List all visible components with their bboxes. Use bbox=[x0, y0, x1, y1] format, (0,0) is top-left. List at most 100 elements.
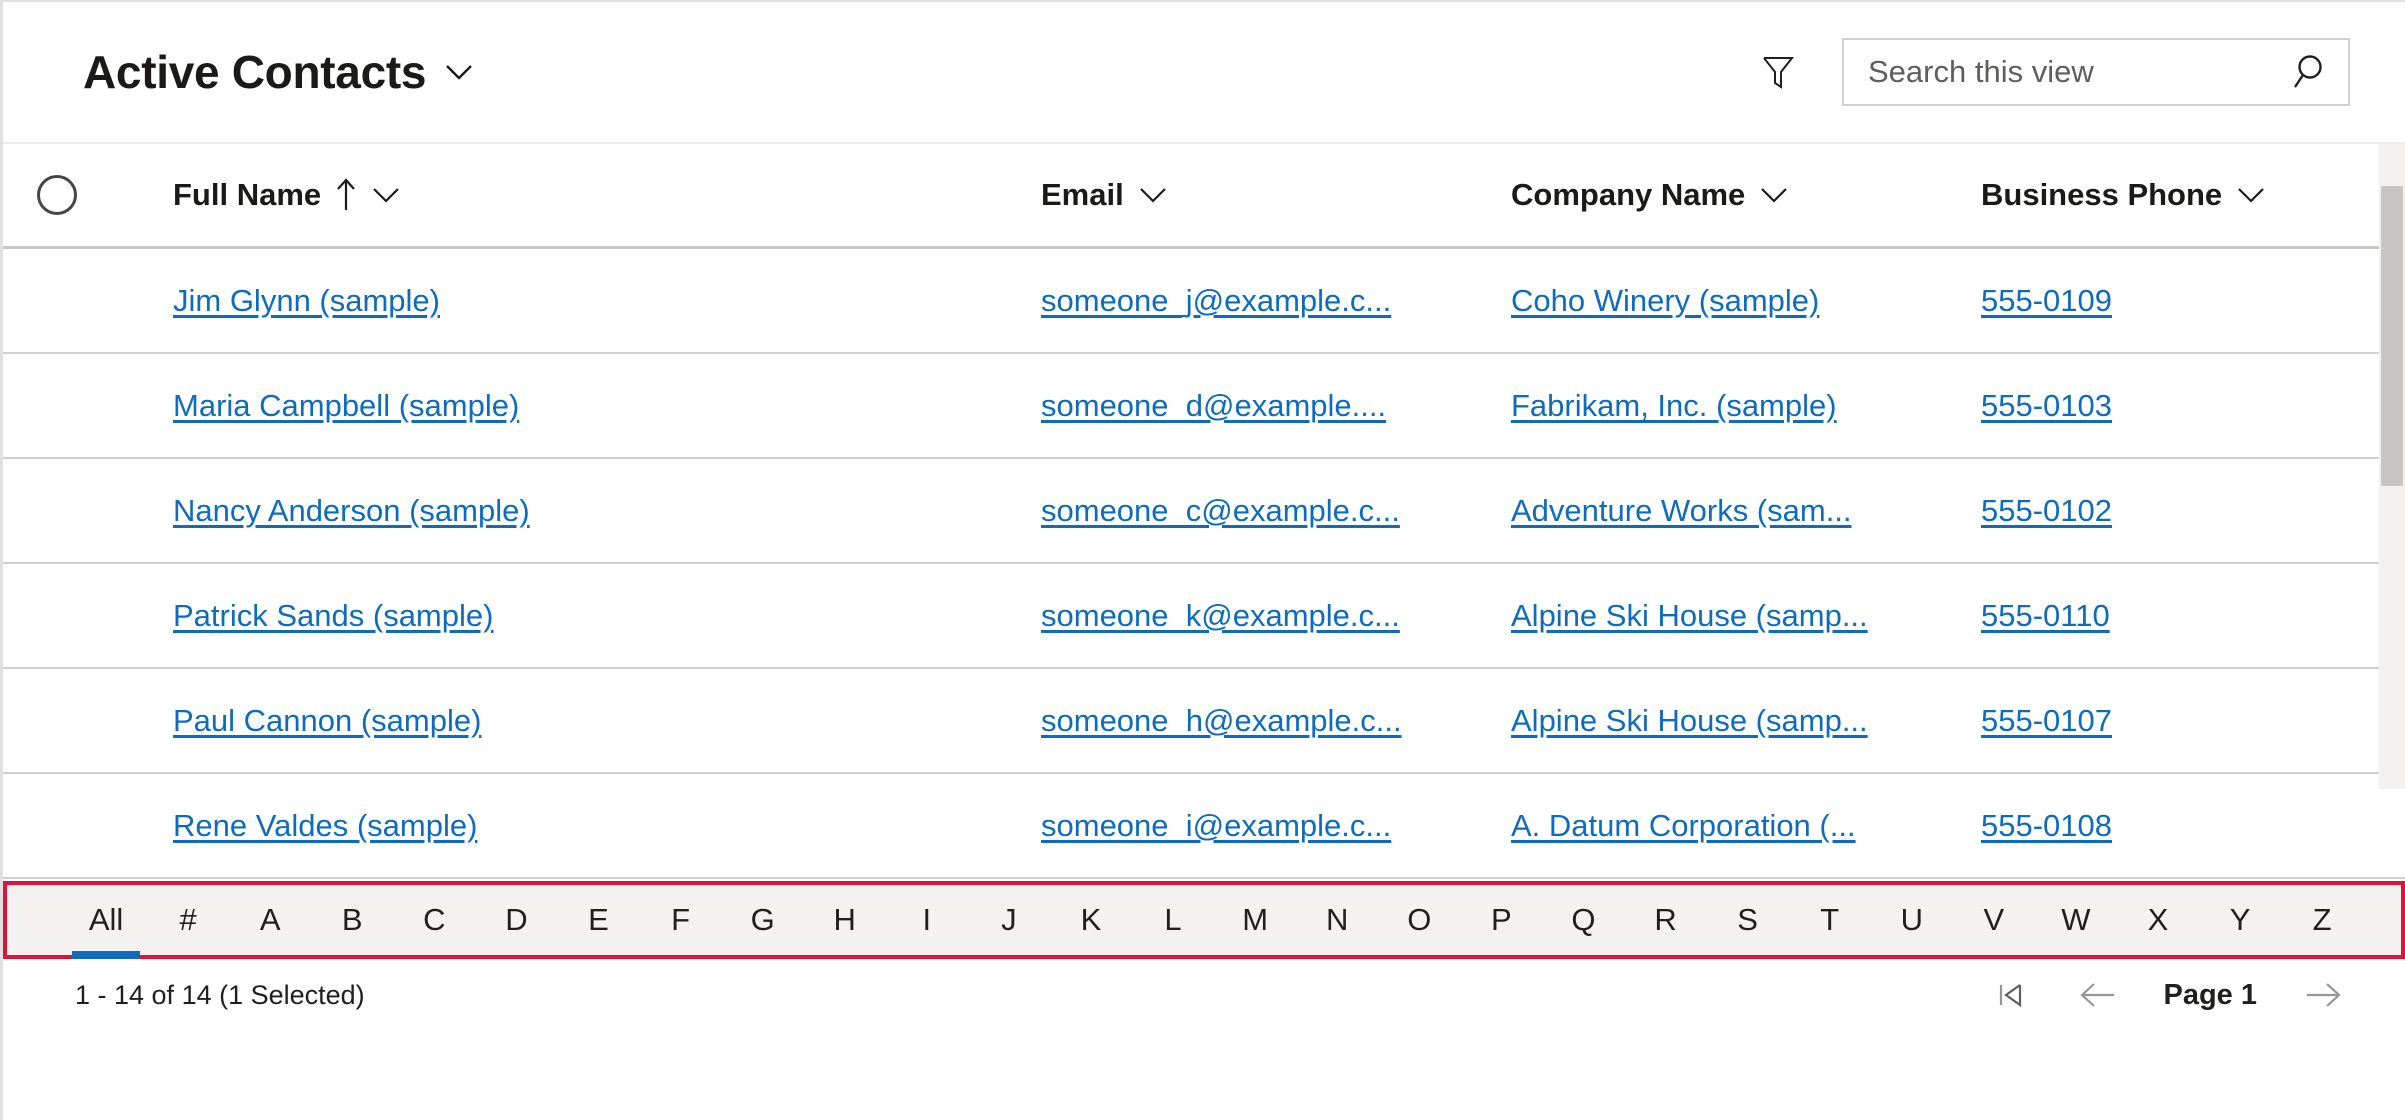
alpha-filter-item-b[interactable]: B bbox=[311, 885, 393, 955]
alpha-filter-item-f[interactable]: F bbox=[640, 885, 722, 955]
page-number-label: Page 1 bbox=[2163, 978, 2258, 1011]
contact-link[interactable]: Patrick Sands (sample) bbox=[173, 598, 993, 634]
alpha-filter-item-g[interactable]: G bbox=[722, 885, 804, 955]
chevron-down-icon[interactable] bbox=[2236, 185, 2266, 205]
alpha-filter-item-p[interactable]: P bbox=[1460, 885, 1542, 955]
alpha-filter-item-v[interactable]: V bbox=[1953, 885, 2035, 955]
alpha-filter-item-l[interactable]: L bbox=[1132, 885, 1214, 955]
alpha-filter-label: I bbox=[922, 902, 932, 937]
first-page-icon[interactable] bbox=[1988, 973, 2032, 1017]
contact-link[interactable]: Jim Glynn (sample) bbox=[173, 283, 993, 319]
phone-link[interactable]: 555-0107 bbox=[1981, 703, 2381, 739]
view-selector[interactable]: Active Contacts bbox=[83, 45, 474, 99]
alpha-filter-item-m[interactable]: M bbox=[1214, 885, 1296, 955]
alpha-filter-item-s[interactable]: S bbox=[1707, 885, 1789, 955]
alpha-filter-item-q[interactable]: Q bbox=[1542, 885, 1624, 955]
column-header-email[interactable]: Email bbox=[1041, 177, 1511, 213]
cell-email: someone_k@example.c... bbox=[1041, 598, 1511, 634]
alpha-filter-item-e[interactable]: E bbox=[557, 885, 639, 955]
table-row[interactable]: Maria Campbell (sample) someone_d@exampl… bbox=[3, 354, 2405, 459]
company-link[interactable]: A. Datum Corporation (... bbox=[1511, 808, 1951, 844]
page-title: Active Contacts bbox=[83, 46, 427, 98]
select-all-circle-icon[interactable] bbox=[37, 175, 77, 215]
contact-link[interactable]: Rene Valdes (sample) bbox=[173, 808, 993, 844]
alpha-filter-item-u[interactable]: U bbox=[1871, 885, 1953, 955]
chevron-down-icon[interactable] bbox=[1138, 185, 1168, 205]
search-icon[interactable] bbox=[2280, 53, 2326, 91]
alpha-filter-label: K bbox=[1080, 902, 1102, 937]
company-link[interactable]: Alpine Ski House (samp... bbox=[1511, 703, 1951, 739]
alpha-filter-item-r[interactable]: R bbox=[1624, 885, 1706, 955]
alpha-filter-item-w[interactable]: W bbox=[2035, 885, 2117, 955]
alpha-filter-item-n[interactable]: N bbox=[1296, 885, 1378, 955]
cell-email: someone_c@example.c... bbox=[1041, 493, 1511, 529]
alpha-filter-label: O bbox=[1407, 902, 1432, 937]
cell-company-name: Alpine Ski House (samp... bbox=[1511, 703, 1981, 739]
chevron-down-icon[interactable] bbox=[371, 185, 401, 205]
table-row[interactable]: Jim Glynn (sample) someone_j@example.c..… bbox=[3, 249, 2405, 354]
cell-full-name: Patrick Sands (sample) bbox=[111, 598, 1041, 634]
chevron-down-icon[interactable] bbox=[444, 62, 474, 82]
search-box[interactable] bbox=[1842, 38, 2350, 106]
phone-link[interactable]: 555-0103 bbox=[1981, 388, 2381, 424]
filter-icon[interactable] bbox=[1752, 46, 1804, 98]
alpha-filter-item-i[interactable]: I bbox=[886, 885, 968, 955]
column-header-full-name[interactable]: Full Name bbox=[111, 177, 1041, 213]
column-header-business-phone[interactable]: Business Phone bbox=[1981, 177, 2381, 213]
pagination: Page 1 bbox=[1988, 973, 2366, 1017]
grid-header-row: Full Name Email Company Name Business Ph… bbox=[3, 144, 2405, 249]
phone-link[interactable]: 555-0109 bbox=[1981, 283, 2381, 319]
email-link[interactable]: someone_c@example.c... bbox=[1041, 493, 1481, 529]
arrow-up-icon bbox=[335, 177, 357, 213]
email-link[interactable]: someone_h@example.c... bbox=[1041, 703, 1481, 739]
table-row[interactable]: Patrick Sands (sample) someone_k@example… bbox=[3, 564, 2405, 669]
phone-link[interactable]: 555-0102 bbox=[1981, 493, 2381, 529]
alpha-filter-label: W bbox=[2061, 902, 2091, 937]
email-link[interactable]: someone_j@example.c... bbox=[1041, 283, 1481, 319]
alpha-filter-item-k[interactable]: K bbox=[1050, 885, 1132, 955]
email-link[interactable]: someone_d@example.... bbox=[1041, 388, 1481, 424]
grid-scrollbar-thumb[interactable] bbox=[2381, 186, 2403, 486]
alpha-filter-item-d[interactable]: D bbox=[475, 885, 557, 955]
contact-link[interactable]: Maria Campbell (sample) bbox=[173, 388, 993, 424]
alpha-filter-item-z[interactable]: Z bbox=[2281, 885, 2363, 955]
alpha-filter-item-h[interactable]: H bbox=[804, 885, 886, 955]
record-count-label: 1 - 14 of 14 (1 Selected) bbox=[75, 979, 365, 1010]
contact-link[interactable]: Paul Cannon (sample) bbox=[173, 703, 993, 739]
email-link[interactable]: someone_i@example.c... bbox=[1041, 808, 1481, 844]
alpha-filter-item-y[interactable]: Y bbox=[2199, 885, 2281, 955]
select-all-cell[interactable] bbox=[3, 175, 111, 215]
alpha-filter-item-t[interactable]: T bbox=[1789, 885, 1871, 955]
email-link[interactable]: someone_k@example.c... bbox=[1041, 598, 1481, 634]
alpha-filter-item-x[interactable]: X bbox=[2117, 885, 2199, 955]
header-actions bbox=[1752, 38, 2375, 106]
alpha-filter-item-o[interactable]: O bbox=[1378, 885, 1460, 955]
alpha-filter-selected-indicator bbox=[72, 951, 141, 959]
phone-link[interactable]: 555-0108 bbox=[1981, 808, 2381, 844]
column-header-company-name[interactable]: Company Name bbox=[1511, 177, 1981, 213]
cell-email: someone_j@example.c... bbox=[1041, 283, 1511, 319]
company-link[interactable]: Coho Winery (sample) bbox=[1511, 283, 1951, 319]
arrow-left-icon[interactable] bbox=[2076, 973, 2120, 1017]
alpha-filter-label: L bbox=[1164, 902, 1182, 937]
search-input[interactable] bbox=[1868, 54, 2280, 90]
alpha-filter-item-j[interactable]: J bbox=[968, 885, 1050, 955]
company-link[interactable]: Fabrikam, Inc. (sample) bbox=[1511, 388, 1951, 424]
alpha-filter-item-hash[interactable]: # bbox=[147, 885, 229, 955]
company-link[interactable]: Adventure Works (sam... bbox=[1511, 493, 1951, 529]
alpha-filter-item-a[interactable]: A bbox=[229, 885, 311, 955]
alpha-filter-label: V bbox=[1983, 902, 2005, 937]
company-link[interactable]: Alpine Ski House (samp... bbox=[1511, 598, 1951, 634]
table-row[interactable]: Nancy Anderson (sample) someone_c@exampl… bbox=[3, 459, 2405, 564]
grid-scrollbar[interactable] bbox=[2379, 144, 2405, 789]
table-row[interactable]: Rene Valdes (sample) someone_i@example.c… bbox=[3, 774, 2405, 879]
table-row[interactable]: Paul Cannon (sample) someone_h@example.c… bbox=[3, 669, 2405, 774]
cell-full-name: Paul Cannon (sample) bbox=[111, 703, 1041, 739]
alpha-filter-label: F bbox=[671, 902, 691, 937]
alpha-filter-item-all[interactable]: All bbox=[65, 885, 147, 959]
phone-link[interactable]: 555-0110 bbox=[1981, 598, 2381, 634]
chevron-down-icon[interactable] bbox=[1759, 185, 1789, 205]
arrow-right-icon[interactable] bbox=[2301, 973, 2345, 1017]
alpha-filter-item-c[interactable]: C bbox=[393, 885, 475, 955]
contact-link[interactable]: Nancy Anderson (sample) bbox=[173, 493, 993, 529]
